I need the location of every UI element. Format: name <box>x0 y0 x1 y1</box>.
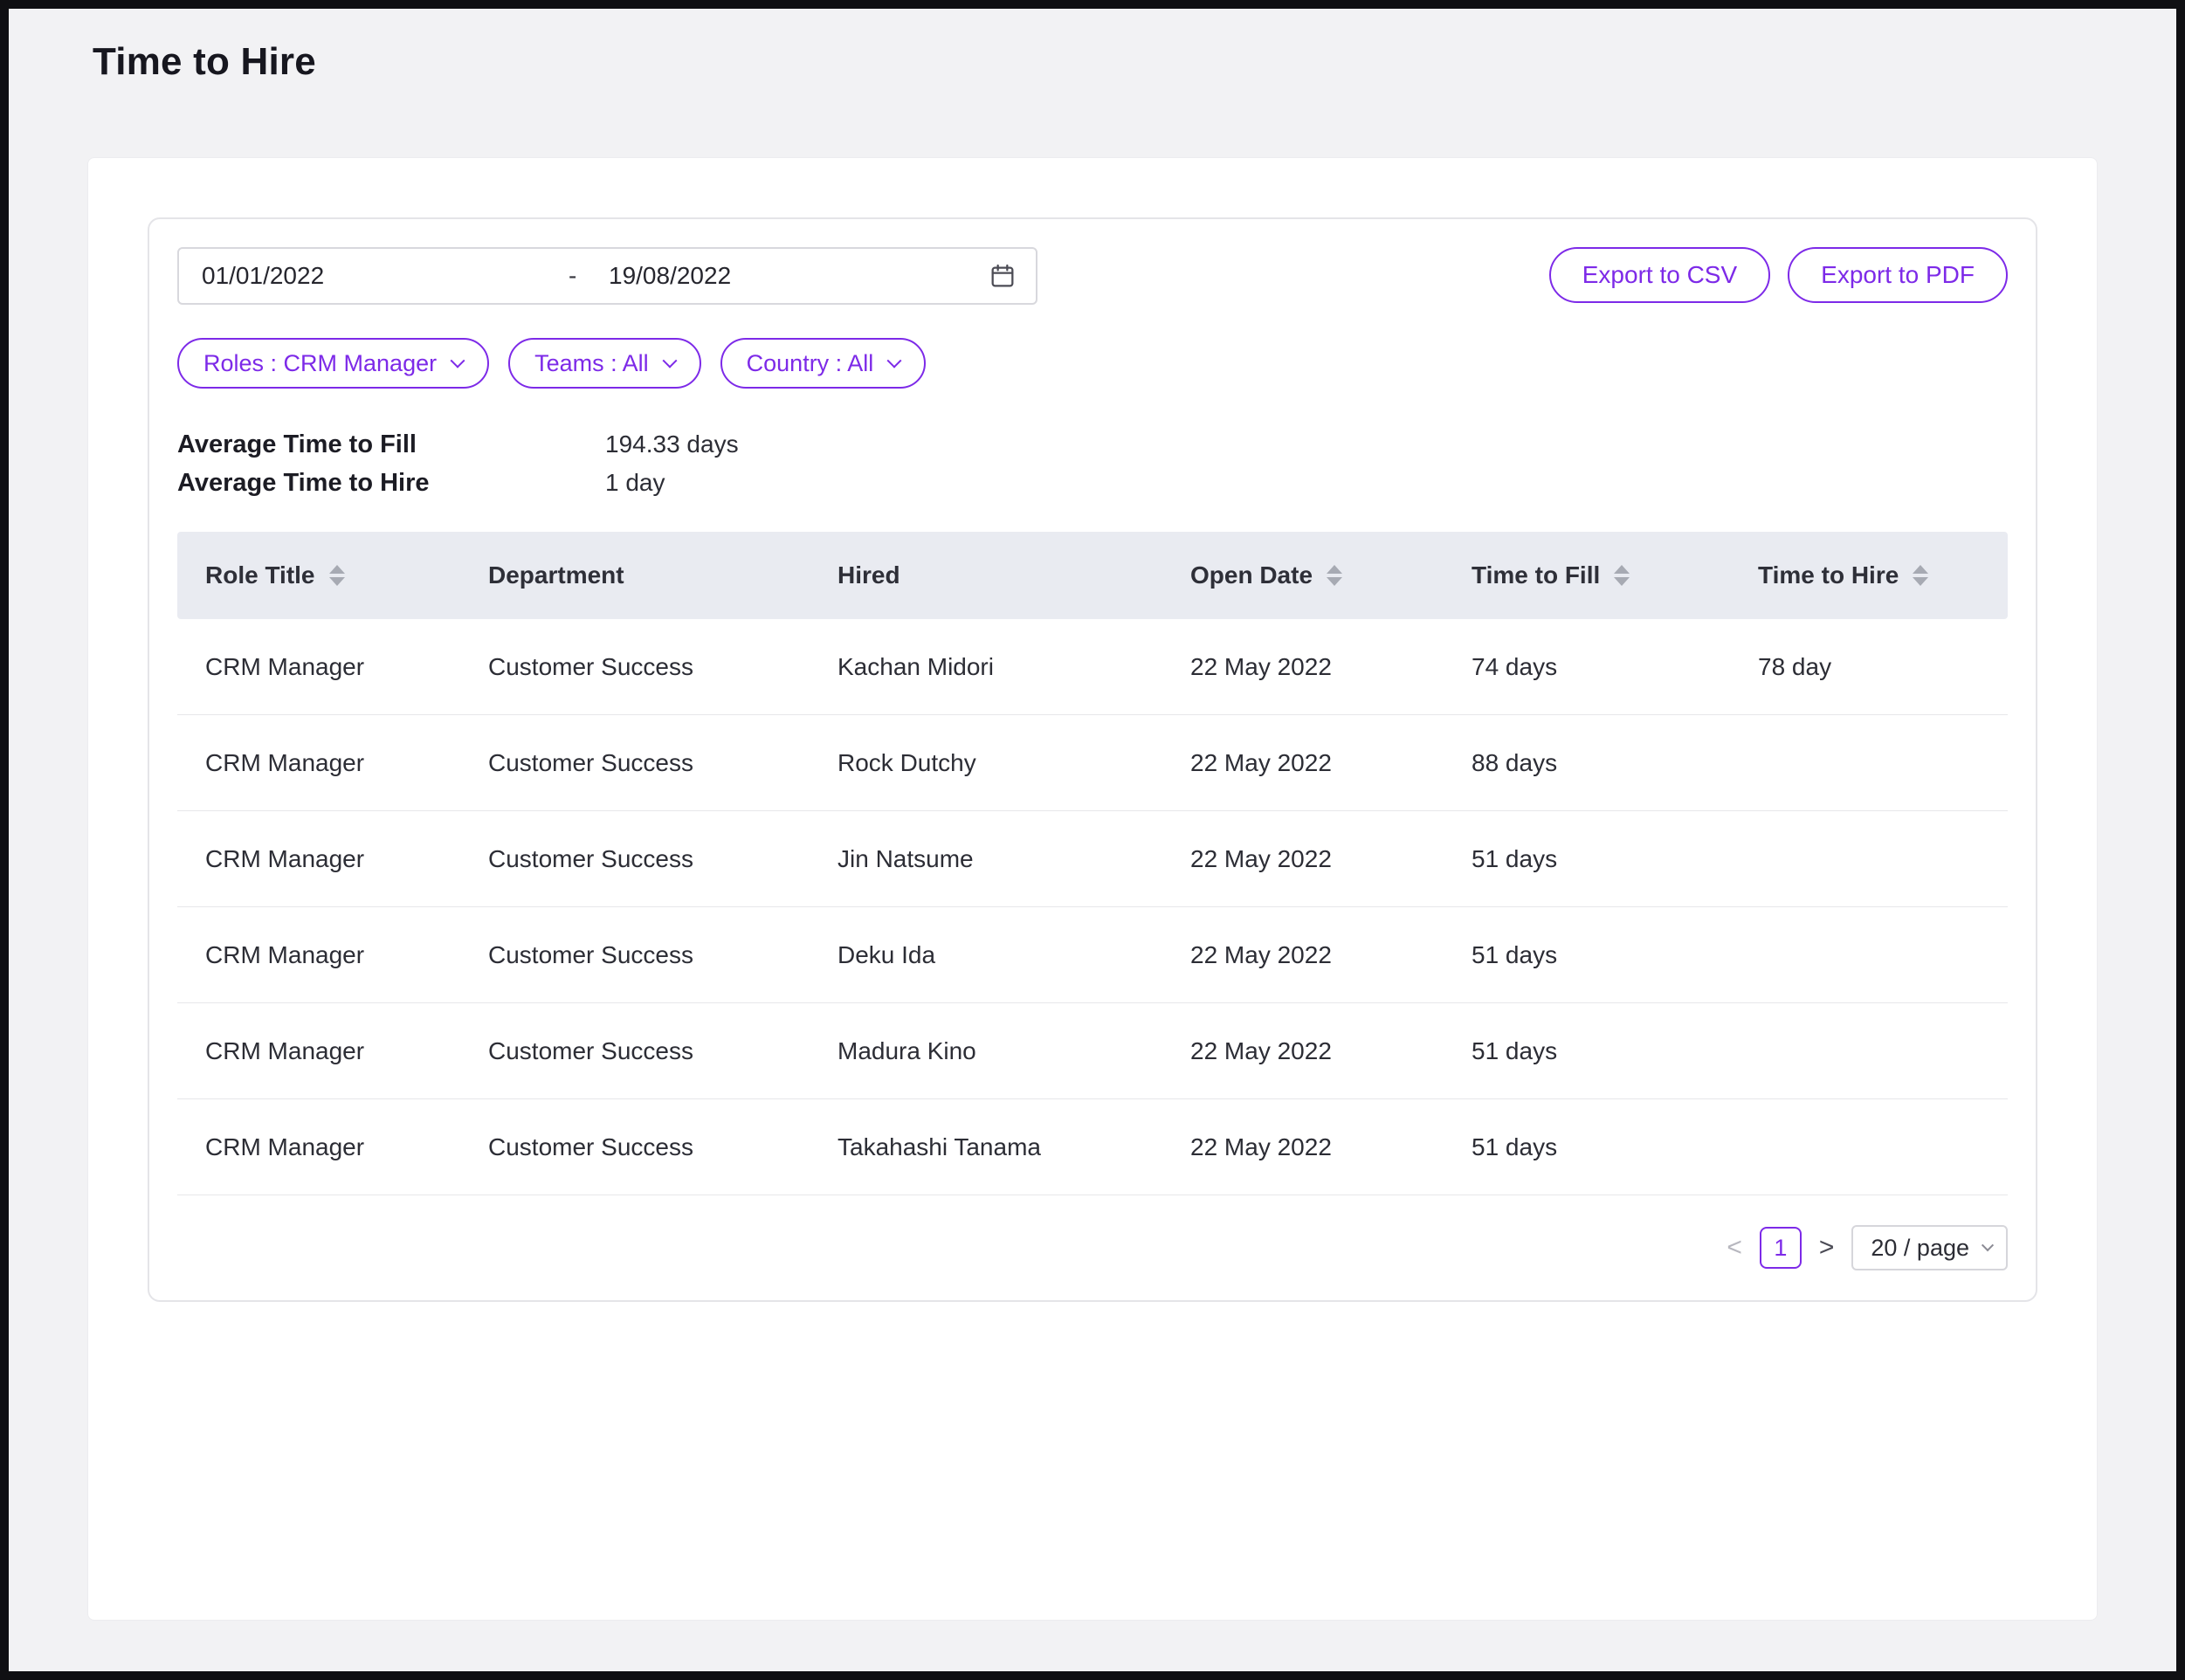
cell-hired: Takahashi Tanama <box>837 1133 1190 1161</box>
chevron-down-icon <box>1982 1239 1994 1251</box>
cell-department: Customer Success <box>488 845 837 873</box>
avg-time-to-fill: Average Time to Fill 194.33 days <box>177 425 2008 464</box>
column-header-open-date[interactable]: Open Date <box>1190 561 1472 589</box>
sort-icon <box>329 565 345 586</box>
cell-time-to-fill: 74 days <box>1472 653 1758 681</box>
cell-open-date: 22 May 2022 <box>1190 749 1472 777</box>
report-card: 01/01/2022 - 19/08/2022 Export to CSV <box>87 157 2098 1621</box>
cell-role-title: CRM Manager <box>205 1133 488 1161</box>
date-start-value[interactable]: 01/01/2022 <box>202 262 569 290</box>
table-row: CRM Manager Customer Success Rock Dutchy… <box>177 715 2008 811</box>
cell-department: Customer Success <box>488 1133 837 1161</box>
export-buttons: Export to CSV Export to PDF <box>1549 247 2008 303</box>
cell-time-to-hire: 78 day <box>1758 653 2008 681</box>
cell-role-title: CRM Manager <box>205 653 488 681</box>
teams-filter-label: Teams : All <box>534 350 649 377</box>
sort-icon <box>1913 565 1928 586</box>
cell-role-title: CRM Manager <box>205 845 488 873</box>
country-filter-dropdown[interactable]: Country : All <box>720 338 927 389</box>
avg-time-to-hire-value: 1 day <box>605 469 665 497</box>
avg-time-to-fill-value: 194.33 days <box>605 430 739 458</box>
cell-hired: Jin Natsume <box>837 845 1190 873</box>
page: Time to Hire 01/01/2022 - 19/08/2022 <box>9 9 2176 1663</box>
export-csv-button[interactable]: Export to CSV <box>1549 247 1770 303</box>
cell-role-title: CRM Manager <box>205 749 488 777</box>
table-header-row: Role Title Department Hired Open Date <box>177 532 2008 619</box>
cell-open-date: 22 May 2022 <box>1190 845 1472 873</box>
page-size-value: 20 / page <box>1871 1235 1969 1262</box>
table-row: CRM Manager Customer Success Madura Kino… <box>177 1003 2008 1099</box>
toolbar: 01/01/2022 - 19/08/2022 Export to CSV <box>177 247 2008 305</box>
cell-hired: Rock Dutchy <box>837 749 1190 777</box>
chevron-down-icon <box>887 354 902 368</box>
column-header-role-title[interactable]: Role Title <box>205 561 488 589</box>
cell-department: Customer Success <box>488 941 837 969</box>
cell-time-to-fill: 51 days <box>1472 1037 1758 1065</box>
date-range-separator: - <box>569 262 609 290</box>
cell-time-to-fill: 88 days <box>1472 749 1758 777</box>
chevron-down-icon <box>451 354 465 368</box>
avg-time-to-hire-label: Average Time to Hire <box>177 469 605 498</box>
column-header-hired: Hired <box>837 561 1190 589</box>
roles-filter-dropdown[interactable]: Roles : CRM Manager <box>177 338 489 389</box>
calendar-icon[interactable] <box>989 262 1017 290</box>
summary-stats: Average Time to Fill 194.33 days Average… <box>177 425 2008 502</box>
page-number-button[interactable]: 1 <box>1760 1227 1802 1269</box>
cell-time-to-fill: 51 days <box>1472 941 1758 969</box>
page-size-select[interactable]: 20 / page <box>1851 1225 2008 1270</box>
table-body: CRM Manager Customer Success Kachan Mido… <box>177 619 2008 1195</box>
table-row: CRM Manager Customer Success Takahashi T… <box>177 1099 2008 1195</box>
table-row: CRM Manager Customer Success Deku Ida 22… <box>177 907 2008 1003</box>
time-to-hire-table: Role Title Department Hired Open Date <box>177 532 2008 1195</box>
filter-bar: Roles : CRM Manager Teams : All Country … <box>177 338 2008 389</box>
cell-hired: Madura Kino <box>837 1037 1190 1065</box>
cell-hired: Kachan Midori <box>837 653 1190 681</box>
cell-department: Customer Success <box>488 749 837 777</box>
cell-open-date: 22 May 2022 <box>1190 1133 1472 1161</box>
cell-role-title: CRM Manager <box>205 1037 488 1065</box>
cell-department: Customer Success <box>488 1037 837 1065</box>
roles-filter-label: Roles : CRM Manager <box>203 350 437 377</box>
cell-role-title: CRM Manager <box>205 941 488 969</box>
page-title: Time to Hire <box>93 40 2098 84</box>
cell-open-date: 22 May 2022 <box>1190 653 1472 681</box>
sort-icon <box>1614 565 1630 586</box>
chevron-down-icon <box>662 354 677 368</box>
time-to-hire-panel: 01/01/2022 - 19/08/2022 Export to CSV <box>148 217 2037 1302</box>
date-range-input[interactable]: 01/01/2022 - 19/08/2022 <box>177 247 1037 305</box>
cell-department: Customer Success <box>488 653 837 681</box>
column-header-time-to-fill[interactable]: Time to Fill <box>1472 561 1758 589</box>
avg-time-to-hire: Average Time to Hire 1 day <box>177 464 2008 502</box>
column-header-department: Department <box>488 561 837 589</box>
teams-filter-dropdown[interactable]: Teams : All <box>508 338 701 389</box>
cell-open-date: 22 May 2022 <box>1190 1037 1472 1065</box>
pagination: < 1 > 20 / page <box>177 1225 2008 1270</box>
cell-open-date: 22 May 2022 <box>1190 941 1472 969</box>
next-page-icon[interactable]: > <box>1819 1233 1835 1263</box>
date-end-value[interactable]: 19/08/2022 <box>609 262 989 290</box>
country-filter-label: Country : All <box>747 350 874 377</box>
cell-time-to-fill: 51 days <box>1472 1133 1758 1161</box>
table-row: CRM Manager Customer Success Jin Natsume… <box>177 811 2008 907</box>
table-row: CRM Manager Customer Success Kachan Mido… <box>177 619 2008 715</box>
sort-icon <box>1327 565 1342 586</box>
export-pdf-button[interactable]: Export to PDF <box>1788 247 2008 303</box>
cell-time-to-fill: 51 days <box>1472 845 1758 873</box>
column-header-time-to-hire[interactable]: Time to Hire <box>1758 561 2008 589</box>
cell-hired: Deku Ida <box>837 941 1190 969</box>
avg-time-to-fill-label: Average Time to Fill <box>177 430 605 459</box>
previous-page-icon[interactable]: < <box>1727 1233 1742 1263</box>
